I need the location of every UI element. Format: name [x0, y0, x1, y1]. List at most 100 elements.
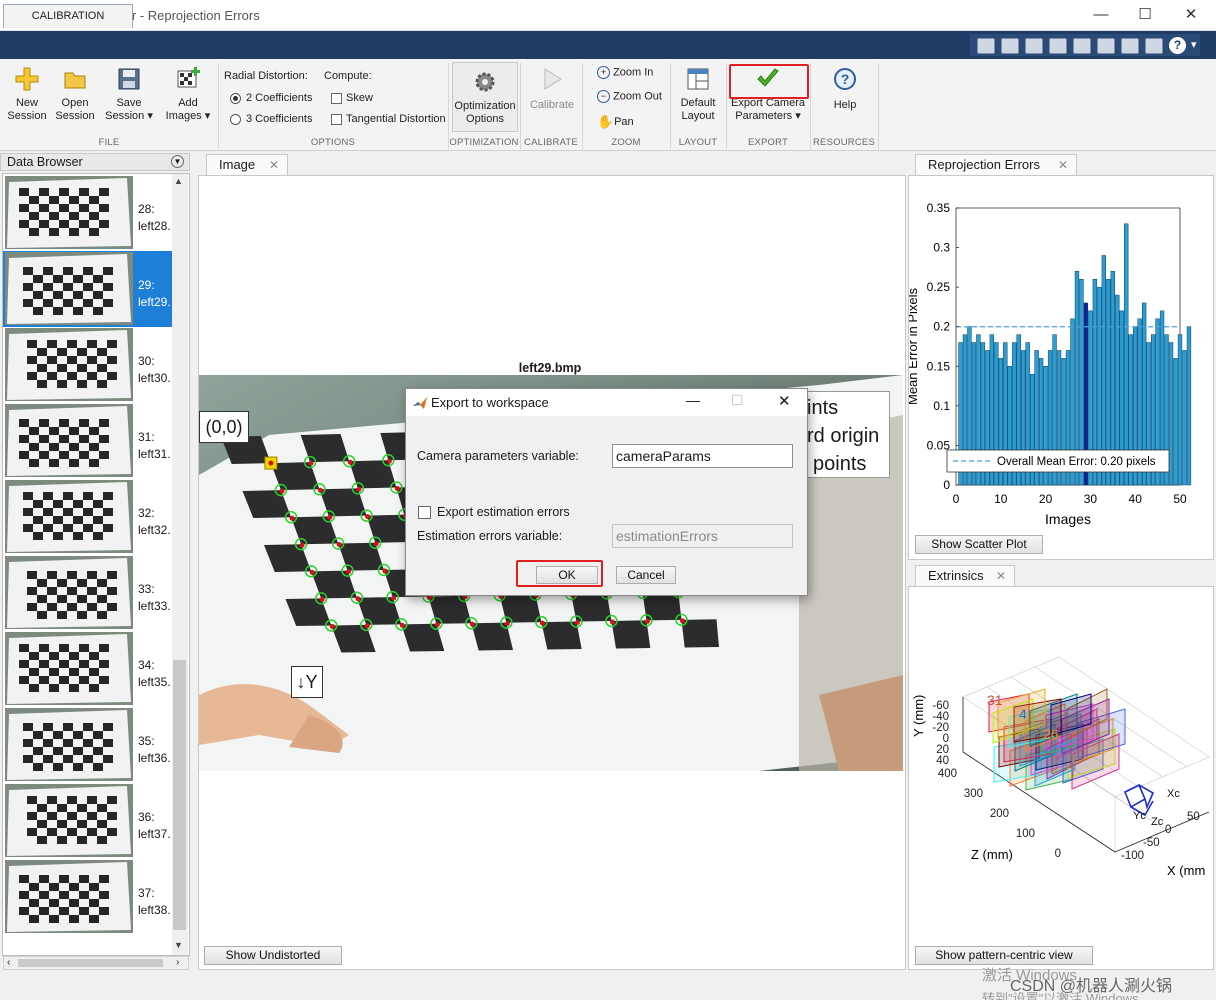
hscroll-thumb[interactable] [18, 959, 163, 967]
close-tab-icon[interactable]: ✕ [996, 566, 1006, 586]
pan-button[interactable]: ✋ Pan [597, 114, 634, 130]
scroll-left-icon[interactable]: ‹ [7, 957, 10, 968]
list-item[interactable]: 28: left28. [3, 175, 173, 251]
list-item[interactable]: 32: left32. [3, 479, 173, 555]
thumbnail-name: left30. [138, 371, 171, 385]
thumbnail-image [5, 328, 133, 401]
dialog-minimize-button[interactable]: — [686, 392, 700, 408]
list-item[interactable]: 30: left30. [3, 327, 173, 403]
error-bar[interactable] [1177, 334, 1183, 486]
thumbnail-image [5, 480, 133, 553]
error-bar[interactable] [1124, 223, 1129, 486]
errors-var-input[interactable]: estimationErrors [612, 524, 793, 548]
thumbnail-name: left38. [138, 903, 171, 917]
minimize-button[interactable]: — [1078, 0, 1124, 31]
tangential-distortion-checkbox[interactable] [331, 114, 342, 125]
switch-windows-icon[interactable] [1145, 38, 1163, 54]
ribbon-collapse-icon[interactable]: ▾ [1191, 38, 1205, 54]
data-browser-list[interactable]: 28: left28. 29: left29. 30: left30. 31: left31.… [2, 173, 190, 956]
list-item[interactable]: 36: left37. [3, 783, 173, 859]
list-item[interactable]: 29: left29. [3, 251, 173, 327]
add-images-button[interactable]: Add Images ▾ [160, 66, 216, 123]
tab-extrinsics-label: Extrinsics [928, 568, 984, 583]
thumbnail-image [5, 556, 133, 629]
reprojected-point-marker [327, 514, 333, 520]
scroll-up-icon[interactable]: ▲ [174, 176, 183, 186]
cut-icon[interactable] [1025, 38, 1043, 54]
export-errors-checkbox[interactable] [418, 506, 431, 519]
list-item[interactable]: 31: left31. [3, 403, 173, 479]
maximize-button[interactable]: ☐ [1122, 0, 1168, 31]
zoom-in-button[interactable]: + Zoom In [597, 66, 653, 82]
default-layout-button[interactable]: Default Layout [674, 66, 722, 123]
scroll-thumb[interactable] [173, 660, 186, 930]
y-tick-label: 0.1 [933, 399, 950, 413]
x-tick-label: 10 [994, 492, 1008, 506]
image-title: left29.bmp [518, 361, 582, 375]
error-bar[interactable] [1173, 358, 1178, 486]
error-bar[interactable] [1168, 342, 1174, 486]
open-session-button[interactable]: Open Session [52, 66, 98, 123]
help-button[interactable]: ? Help [822, 66, 868, 112]
zoom-in-icon: + [597, 66, 610, 79]
paste-icon[interactable] [1073, 38, 1091, 54]
optimization-options-label-2: Options [466, 113, 504, 125]
x-tick-label: -100 [1121, 850, 1144, 862]
dock-icon[interactable] [977, 38, 995, 54]
undo-icon[interactable] [1097, 38, 1115, 54]
dialog-close-button[interactable]: ✕ [778, 392, 791, 410]
checker-square [681, 619, 719, 648]
reprojected-point-marker [382, 568, 388, 574]
list-item[interactable]: 35: left36. [3, 707, 173, 783]
cancel-button[interactable]: Cancel [616, 566, 676, 584]
error-bar[interactable] [1186, 326, 1192, 486]
thumbnail-number: 35: [138, 734, 155, 748]
thumbnail-label: 35: left36. [138, 733, 171, 767]
error-bar[interactable] [1182, 350, 1187, 486]
new-session-label-2: Session [7, 110, 47, 122]
close-tab-icon[interactable]: ✕ [269, 155, 279, 175]
scroll-right-icon[interactable]: › [176, 957, 179, 968]
skew-checkbox[interactable] [331, 93, 342, 104]
list-item[interactable]: 34: left35. [3, 631, 173, 707]
show-scatter-plot-button[interactable]: Show Scatter Plot [915, 535, 1043, 554]
copy-icon[interactable] [1049, 38, 1067, 54]
dialog-maximize-button[interactable]: ☐ [731, 392, 744, 409]
x-tick-label: -50 [1143, 837, 1160, 849]
show-undistorted-button[interactable]: Show Undistorted [204, 946, 342, 965]
play-icon [544, 68, 562, 90]
close-tab-icon[interactable]: ✕ [1058, 155, 1068, 175]
new-session-button[interactable]: New Session [4, 66, 50, 123]
tab-extrinsics[interactable]: Extrinsics ✕ [915, 565, 1015, 587]
calibrate-button[interactable]: Calibrate [524, 66, 580, 112]
checker-square [571, 593, 612, 622]
reprojection-bar-chart[interactable]: 0 10 20 30 40 5000.050.10.150.20.250.30.35Ima… [909, 176, 1213, 536]
save-icon[interactable] [1001, 38, 1019, 54]
reprojected-point-marker [574, 620, 580, 625]
extrinsics-3d-plot[interactable]: Y (mm) Z (mm) X (mm -60-40-2002040 40030… [909, 587, 1213, 947]
data-browser-horizontal-scrollbar[interactable]: ‹ › [3, 956, 189, 970]
save-session-button[interactable]: Save Session ▾ [100, 66, 158, 123]
chart-legend: Overall Mean Error: 0.20 pixels [946, 449, 1170, 473]
data-browser-menu-icon[interactable]: ▼ [171, 155, 184, 168]
list-item[interactable]: 37: left38. [3, 859, 173, 935]
list-item[interactable]: 33: left33. [3, 555, 173, 631]
zoom-out-button[interactable]: − Zoom Out [597, 90, 662, 106]
tab-image[interactable]: Image ✕ [206, 154, 288, 176]
title-bar: Camera Calibrator - Reprojection Errors … [0, 0, 1216, 31]
tab-calibration[interactable]: CALIBRATION [3, 4, 133, 28]
help-icon[interactable]: ? [1169, 37, 1186, 54]
optimization-options-button[interactable]: Optimization Options [452, 62, 518, 132]
camera-params-label: Camera parameters variable: [417, 449, 579, 463]
close-window-button[interactable]: ✕ [1168, 0, 1214, 31]
radio-2-coefficients[interactable] [230, 93, 241, 104]
show-pattern-centric-view-button[interactable]: Show pattern-centric view [915, 946, 1093, 965]
data-browser-vertical-scrollbar[interactable]: ▲ ▼ [172, 174, 188, 955]
scroll-down-icon[interactable]: ▼ [174, 940, 183, 950]
redo-icon[interactable] [1121, 38, 1139, 54]
export-errors-label: Export estimation errors [437, 505, 570, 519]
thumbnail-label: 33: left33. [138, 581, 171, 615]
tab-reprojection-errors[interactable]: Reprojection Errors ✕ [915, 154, 1077, 176]
radio-3-coefficients[interactable] [230, 114, 241, 125]
camera-params-input[interactable]: cameraParams [612, 444, 793, 468]
